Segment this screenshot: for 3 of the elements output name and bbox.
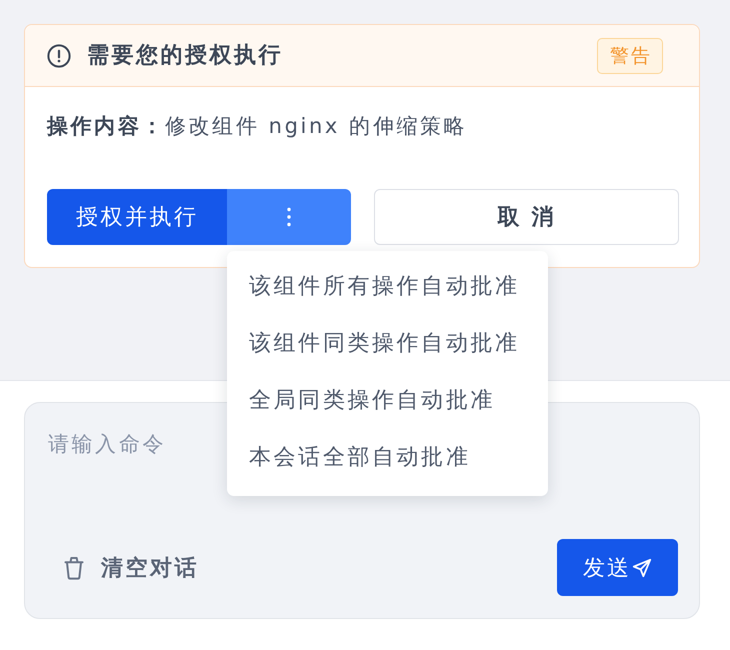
alert-title: 需要您的授权执行	[87, 42, 283, 70]
warning-badge: 警告	[597, 38, 663, 74]
operation-description: 操作内容：修改组件 nginx 的伸缩策略	[47, 113, 468, 140]
